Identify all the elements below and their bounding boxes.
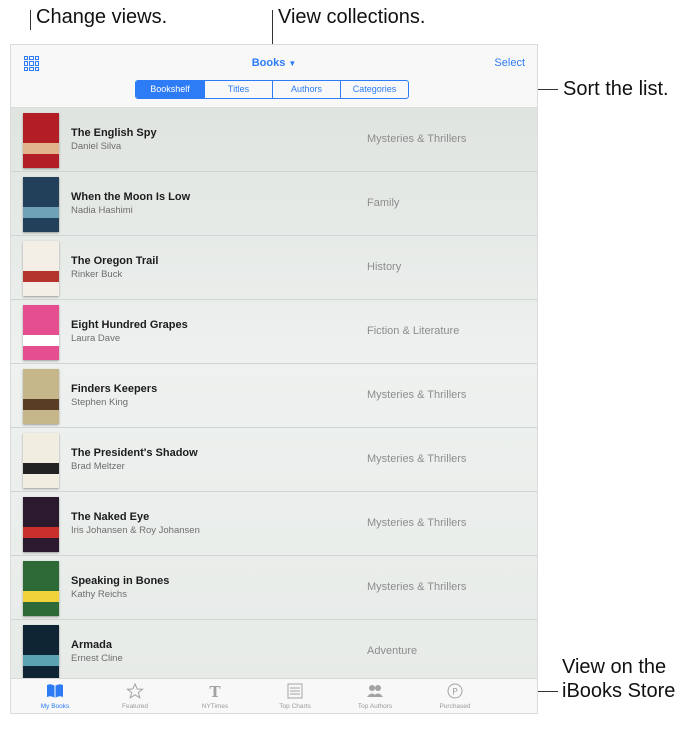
svg-text:P: P [452,688,458,698]
book-cover-image[interactable] [23,113,59,168]
book-category: Fiction & Literature [367,325,460,337]
tab-label: Top Charts [279,703,311,710]
sort-segmented-control: Bookshelf Titles Authors Categories [135,80,409,99]
book-author: Daniel Silva [71,141,122,152]
book-icon [47,684,63,698]
book-cover-art [23,271,59,283]
book-row[interactable]: When the Moon Is Low Nadia Hashimi Family [11,172,537,236]
book-title: When the Moon Is Low [71,191,191,203]
book-author: Iris Johansen & Roy Johansen [71,525,200,536]
segment-authors[interactable]: Authors [272,81,340,98]
svg-text:T: T [209,683,221,699]
book-cover-art [23,527,59,539]
callout-view-collections: View collections. [278,6,426,28]
book-category: Mysteries & Thrillers [367,453,467,465]
ibooks-screen: Books ▼ Select Bookshelf Titles Authors C… [10,44,538,714]
purchased-icon: P [447,683,463,699]
book-author: Nadia Hashimi [71,205,133,216]
book-row[interactable]: The Oregon Trail Rinker Buck History [11,236,537,300]
book-cover-image[interactable] [23,177,59,232]
tab-label: NYTimes [201,703,229,710]
book-row[interactable]: Finders Keepers Stephen King Mysteries & T… [11,364,537,428]
tab-label: Featured [121,703,149,710]
segment-categories[interactable]: Categories [340,81,408,98]
book-row[interactable]: The English Spy Daniel Silva Mysteries & T… [11,108,537,172]
book-cover-art [23,591,59,603]
people-icon [367,685,383,697]
book-cover-art [23,655,59,667]
book-category: Mysteries & Thrillers [367,517,467,529]
book-title: Finders Keepers [71,383,158,395]
book-cover-art [23,143,59,155]
book-list: The English Spy Daniel Silva Mysteries & T… [11,108,537,678]
book-title: Eight Hundred Grapes [71,319,188,331]
tab-featured[interactable]: Featured [95,679,175,713]
book-title: The Oregon Trail [71,255,159,267]
tab-my-books[interactable]: My Books [15,679,95,713]
navigation-bar: Books ▼ Select Bookshelf Titles Authors C… [11,45,537,108]
collections-button[interactable]: Books ▼ [11,57,537,69]
tab-top-authors[interactable]: Top Authors [335,679,415,713]
book-cover-art [23,399,59,411]
tab-top-charts[interactable]: Top Charts [255,679,335,713]
collection-label: Books [251,57,286,69]
book-title: The English Spy [71,127,157,139]
book-row[interactable]: The President's Shadow Brad Meltzer Myster… [11,428,537,492]
tab-purchased[interactable]: P Purchased [415,679,495,713]
callout-sort-list: Sort the list. [563,78,669,100]
book-cover-image[interactable] [23,305,59,360]
book-category: Adventure [367,645,418,657]
segment-bookshelf[interactable]: Bookshelf [136,81,204,98]
book-author: Laura Dave [71,333,121,344]
book-title: The Naked Eye [71,511,150,523]
book-cover-art [23,335,59,347]
tab-nytimes[interactable]: T NYTimes [175,679,255,713]
tab-label: My Books [40,703,70,710]
book-author: Stephen King [71,397,129,408]
book-category: Family [367,197,400,209]
book-category: Mysteries & Thrillers [367,581,467,593]
book-cover-image[interactable] [23,433,59,488]
select-button[interactable]: Select [494,57,525,69]
tab-bar: My Books Featured T NYTimes Top Charts T… [11,678,537,713]
star-icon [126,683,144,699]
book-author: Brad Meltzer [71,461,125,472]
callout-store-line1: View on the [562,656,667,678]
callout-store-line2: iBooks Store [562,680,676,702]
nytimes-icon: T [209,683,221,699]
caret-down-icon: ▼ [288,59,297,68]
book-cover-image[interactable] [23,561,59,616]
book-title: Speaking in Bones [71,575,170,587]
list-icon [287,683,303,699]
book-row[interactable]: Eight Hundred Grapes Laura Dave Fiction & … [11,300,537,364]
book-author: Kathy Reichs [71,589,127,600]
callout-line-change-views [30,10,31,30]
book-author: Rinker Buck [71,269,123,280]
book-cover-art [23,207,59,219]
book-category: Mysteries & Thrillers [367,133,467,145]
tab-label: Top Authors [357,703,393,710]
tab-label: Purchased [439,703,471,710]
book-category: History [367,261,402,273]
callout-change-views: Change views. [36,6,168,28]
book-row[interactable]: The Naked Eye Iris Johansen & Roy Johanse… [11,492,537,556]
book-author: Ernest Cline [71,653,123,664]
book-row[interactable]: Speaking in Bones Kathy Reichs Mysteries &… [11,556,537,620]
book-title: The President's Shadow [71,447,198,459]
book-row[interactable]: Armada Ernest Cline Adventure [11,620,537,678]
segment-titles[interactable]: Titles [204,81,272,98]
book-cover-image[interactable] [23,369,59,424]
book-cover-image[interactable] [23,497,59,552]
book-cover-image[interactable] [23,241,59,296]
book-title: Armada [71,639,112,651]
book-cover-art [23,463,59,475]
book-category: Mysteries & Thrillers [367,389,467,401]
book-cover-image[interactable] [23,625,59,678]
